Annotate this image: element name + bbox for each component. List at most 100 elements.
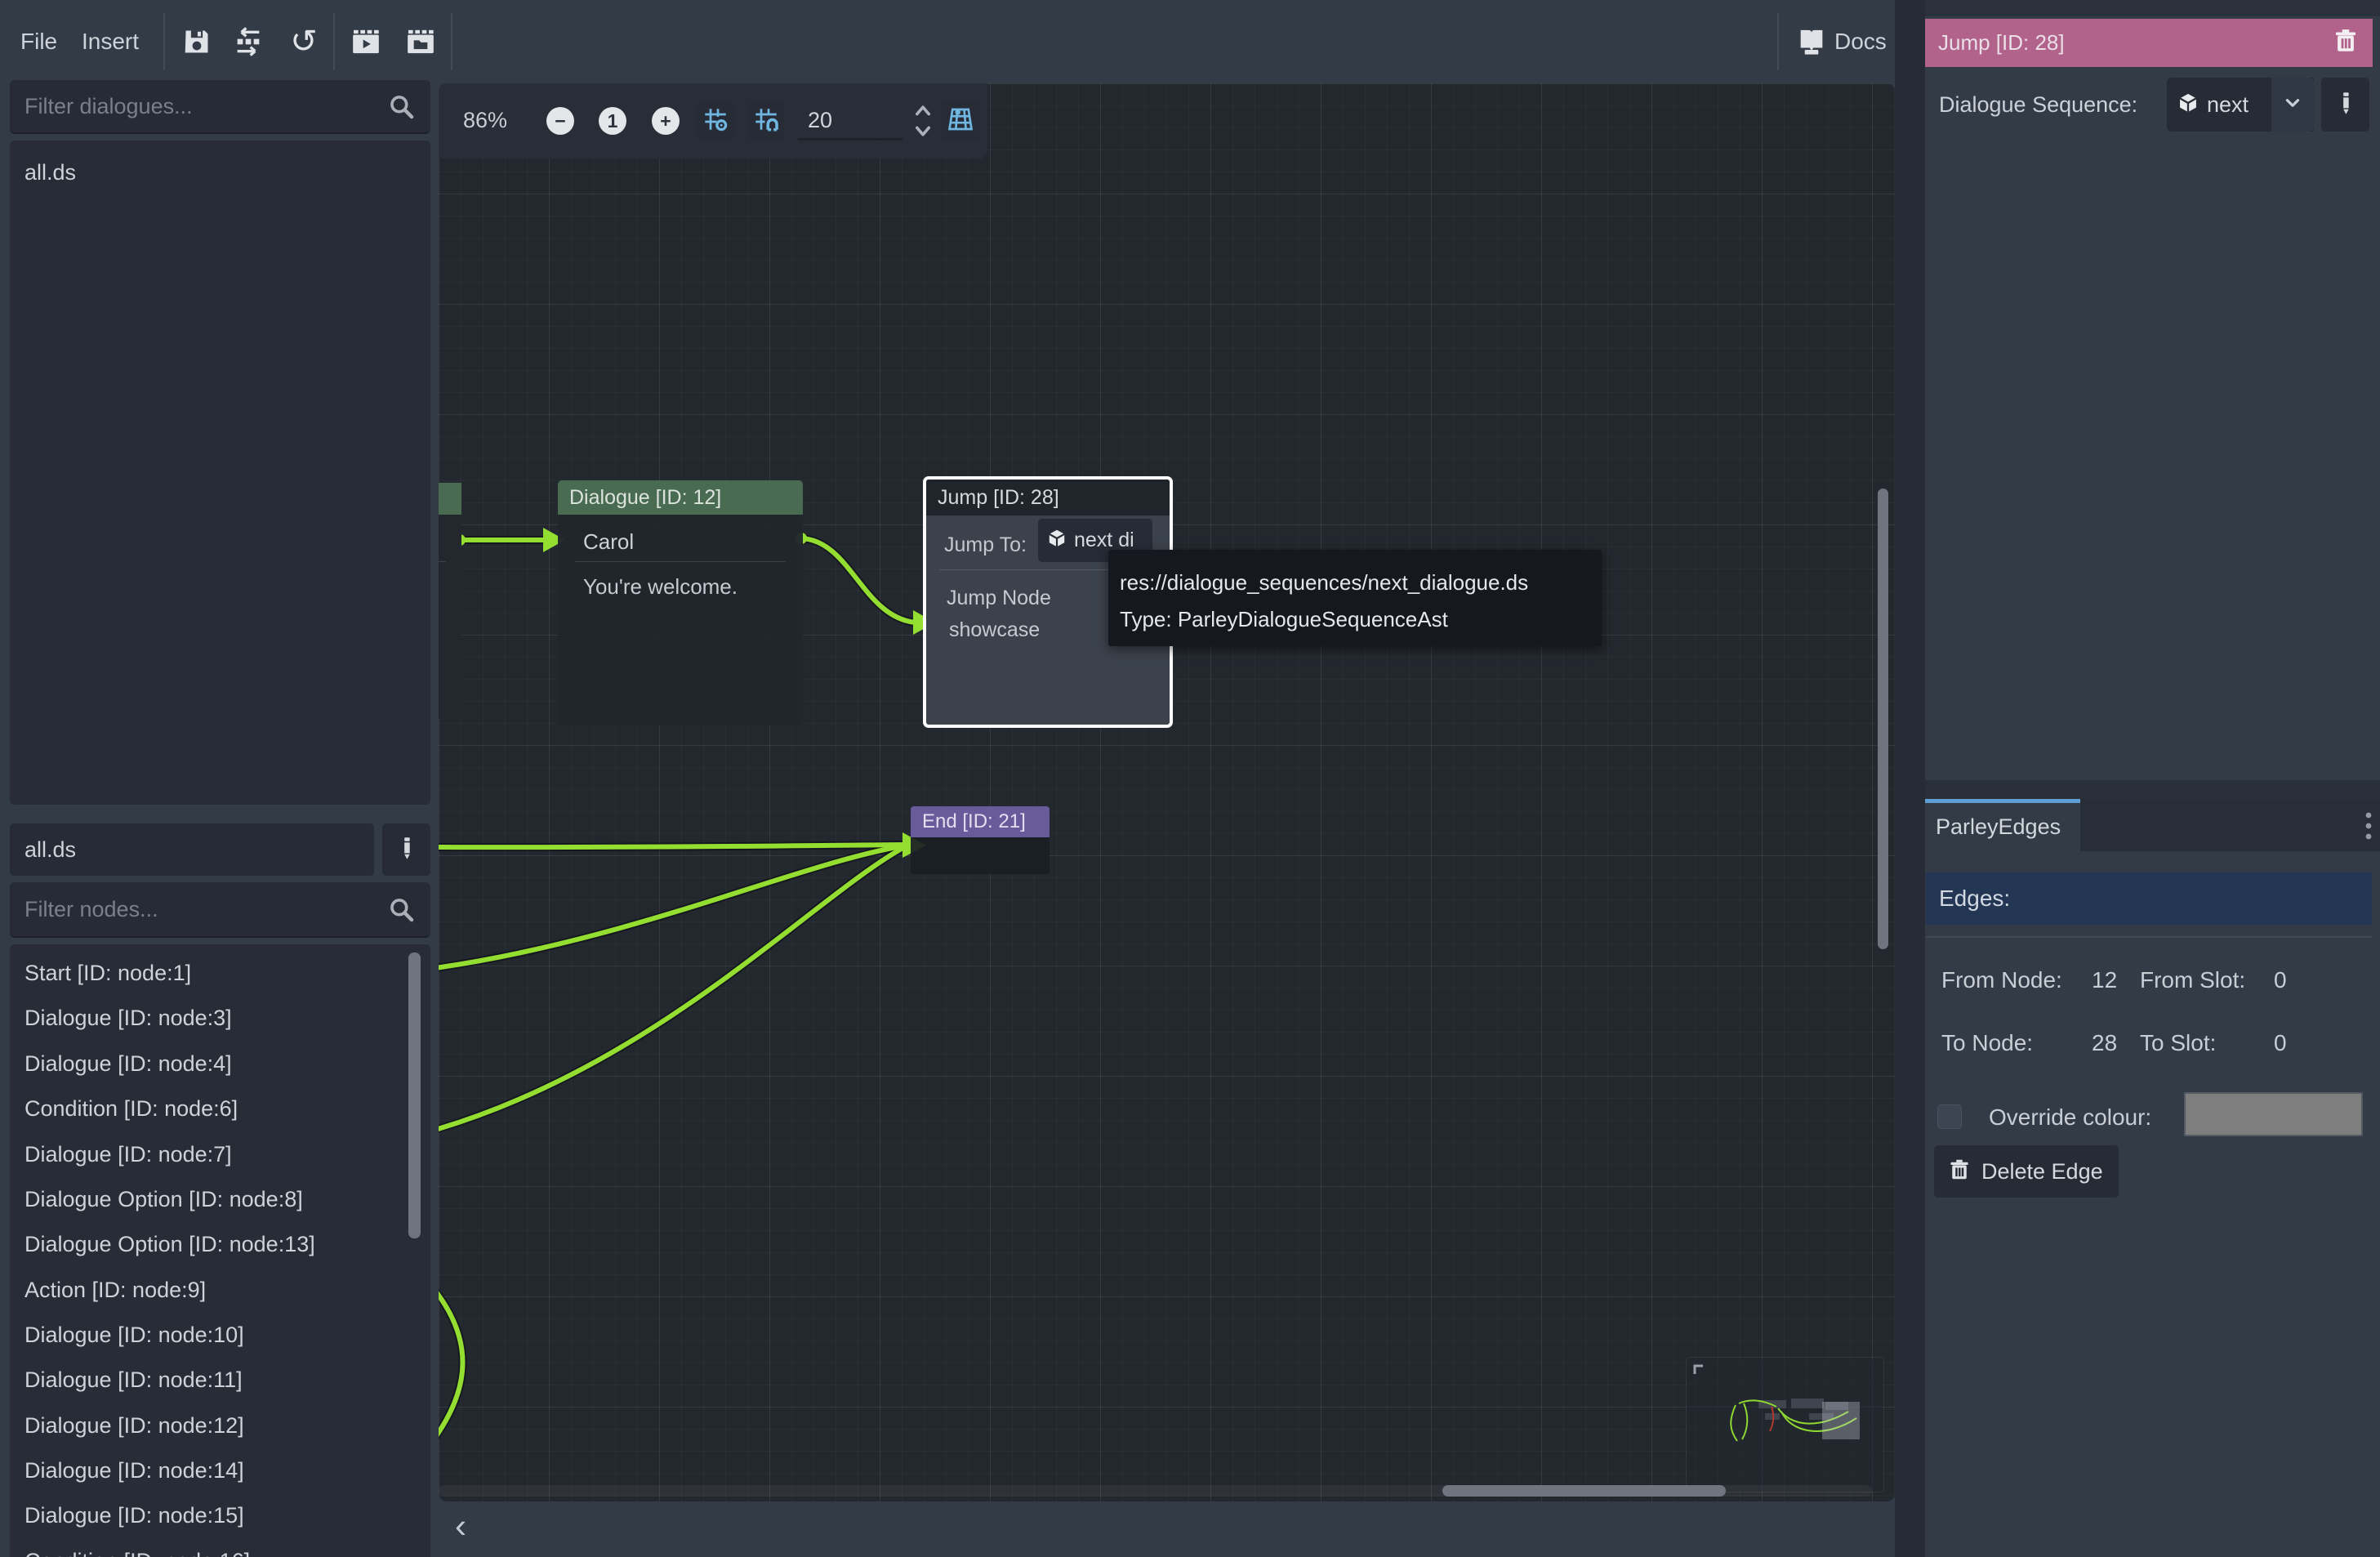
minimap-icon [946,105,975,138]
canvas-horizontal-scrollbar[interactable] [1442,1485,1726,1497]
to-slot-label: To Slot: [2140,1030,2216,1056]
nodes-filter [10,882,430,938]
docs-button[interactable]: Docs [1834,0,1887,83]
current-dialogue-button[interactable]: all.ds [10,823,374,876]
clapperboard-folder-icon [404,25,437,58]
tab-parley-edges[interactable]: ParleyEdges [1925,799,2080,851]
divider [1926,936,2372,938]
graph-canvas[interactable]: Dialogue [ID: 12] Carol You're welcome. … [439,83,1895,1501]
zoom-in-button[interactable]: + [652,107,680,135]
graph-node-dialogue-12[interactable]: Dialogue [ID: 12] Carol You're welcome. [558,480,803,725]
node-list-item[interactable]: Condition [ID: node:16] [10,1539,394,1557]
chevron-down-icon [2282,92,2303,118]
grid-magnet-icon [751,105,781,138]
node-list-item[interactable]: Start [ID: node:1] [10,951,394,996]
arrange-icon [232,25,265,58]
snap-distance-input[interactable] [798,103,903,141]
run-dialogue-button[interactable] [345,13,387,70]
snap-grid-toggle[interactable] [697,101,734,141]
dock-menu-icon[interactable] [2364,810,2373,845]
menu-file[interactable]: File [20,0,57,83]
minimap-content [1687,1358,1883,1492]
node-list-item[interactable]: Condition [ID: node:6] [10,1086,394,1131]
dialogue-file-item[interactable]: all.ds [10,150,430,195]
node-list-scrollbar[interactable] [408,952,421,1238]
node-body: Carol You're welcome. [558,515,803,725]
override-colour-checkbox[interactable] [1937,1104,1962,1129]
snap-distance-spinner[interactable] [911,101,935,145]
node-title: End [ID: 21] [911,806,1050,837]
node-list-item[interactable]: Dialogue Option [ID: node:13] [10,1222,394,1267]
selected-node-title: Jump [ID: 28] [1938,30,2065,56]
zoom-reset-button[interactable]: 1 [599,107,626,135]
character-name: Carol [583,529,634,555]
undo-button[interactable]: ↺ [283,13,325,70]
node-title: Jump [ID: 28] [926,480,1170,515]
node-list: Start [ID: node:1] Dialogue [ID: node:3]… [10,944,430,1557]
node-list-item[interactable]: Dialogue [ID: node:3] [10,996,394,1041]
node-list-item[interactable]: Action [ID: node:9] [10,1268,394,1313]
node-list-item[interactable]: Dialogue [ID: node:10] [10,1313,394,1358]
node-list-item[interactable]: Dialogue [ID: node:7] [10,1132,394,1177]
node-title: Dialogue [ID: 12] [558,480,803,515]
jump-target-value: next di [1074,529,1134,552]
jump-note-line2: showcase [949,618,1040,642]
cube-icon [1046,528,1067,553]
graph-minimap[interactable] [1687,1358,1883,1492]
node-list-item[interactable]: Dialogue [ID: node:14] [10,1448,394,1493]
override-colour-swatch[interactable] [2184,1092,2363,1136]
filter-nodes-input[interactable] [10,882,430,938]
toolbar-separator [451,13,452,70]
zoom-out-button[interactable]: − [546,107,574,135]
test-scene-button[interactable] [399,13,442,70]
tooltip-path: res://dialogue_sequences/next_dialogue.d… [1120,570,1528,596]
node-list-item[interactable]: Dialogue [ID: node:15] [10,1493,394,1538]
from-node-value: 12 [2092,967,2117,993]
panel-splitter[interactable] [1895,0,1925,1557]
node-list-item[interactable]: Dialogue Option [ID: node:8] [10,1177,394,1222]
to-node-label: To Node: [1941,1030,2033,1056]
docs-book-icon [1795,25,1828,58]
dialogues-filter [10,80,430,134]
save-button[interactable] [176,13,218,70]
selected-node-header: Jump [ID: 28] [1925,19,2373,67]
dock-tab-strip: ParleyEdges [1925,799,2380,851]
edit-dialogue-button[interactable] [382,823,430,876]
minimap-toggle[interactable] [942,101,979,141]
clapperboard-play-icon [350,25,382,58]
divider [575,561,786,562]
graph-node-end-21[interactable]: End [ID: 21] [911,806,1050,874]
docs-button-icon-part[interactable] [1790,13,1833,70]
to-node-value: 28 [2092,1030,2117,1056]
delete-edge-button[interactable]: Delete Edge [1934,1145,2119,1198]
canvas-vertical-scrollbar[interactable] [1878,489,1888,949]
undo-icon: ↺ [290,25,318,58]
node-list-item[interactable]: Dialogue [ID: node:11] [10,1358,394,1403]
from-slot-label: From Slot: [2140,967,2245,993]
pencil-icon [393,834,421,866]
resource-tooltip: res://dialogue_sequences/next_dialogue.d… [1108,550,1602,646]
to-slot-value: 0 [2274,1030,2287,1056]
edit-sequence-button[interactable] [2321,78,2369,132]
collapse-sidebar-button[interactable]: ‹ [444,1505,477,1547]
trash-icon [1947,1158,1972,1186]
node-list-item[interactable]: Dialogue [ID: node:12] [10,1403,394,1448]
cube-icon [2177,91,2199,118]
graph-toolbar: 86% − 1 + [439,83,987,158]
dialogue-sequence-dropdown-arrow[interactable] [2271,78,2314,132]
toolbar-separator [1777,13,1779,70]
node-list-item[interactable]: Dialogue [ID: node:4] [10,1042,394,1086]
dialogue-files-list: all.ds [10,141,430,805]
delete-node-button[interactable] [2332,27,2360,59]
arrange-nodes-button[interactable] [227,13,270,70]
top-menu-bar: File Insert ↺ Docs [0,0,1925,83]
graph-node-partial[interactable] [439,483,461,719]
dialogue-sequence-label: Dialogue Sequence: [1939,92,2137,118]
divider [439,561,446,562]
override-colour-label: Override colour: [1989,1104,2151,1131]
snap-magnet-toggle[interactable] [747,101,785,141]
dock-splitter[interactable] [1925,780,2380,799]
menu-insert[interactable]: Insert [82,0,139,83]
filter-dialogues-input[interactable] [10,80,430,134]
graph-edges [439,83,1895,1501]
